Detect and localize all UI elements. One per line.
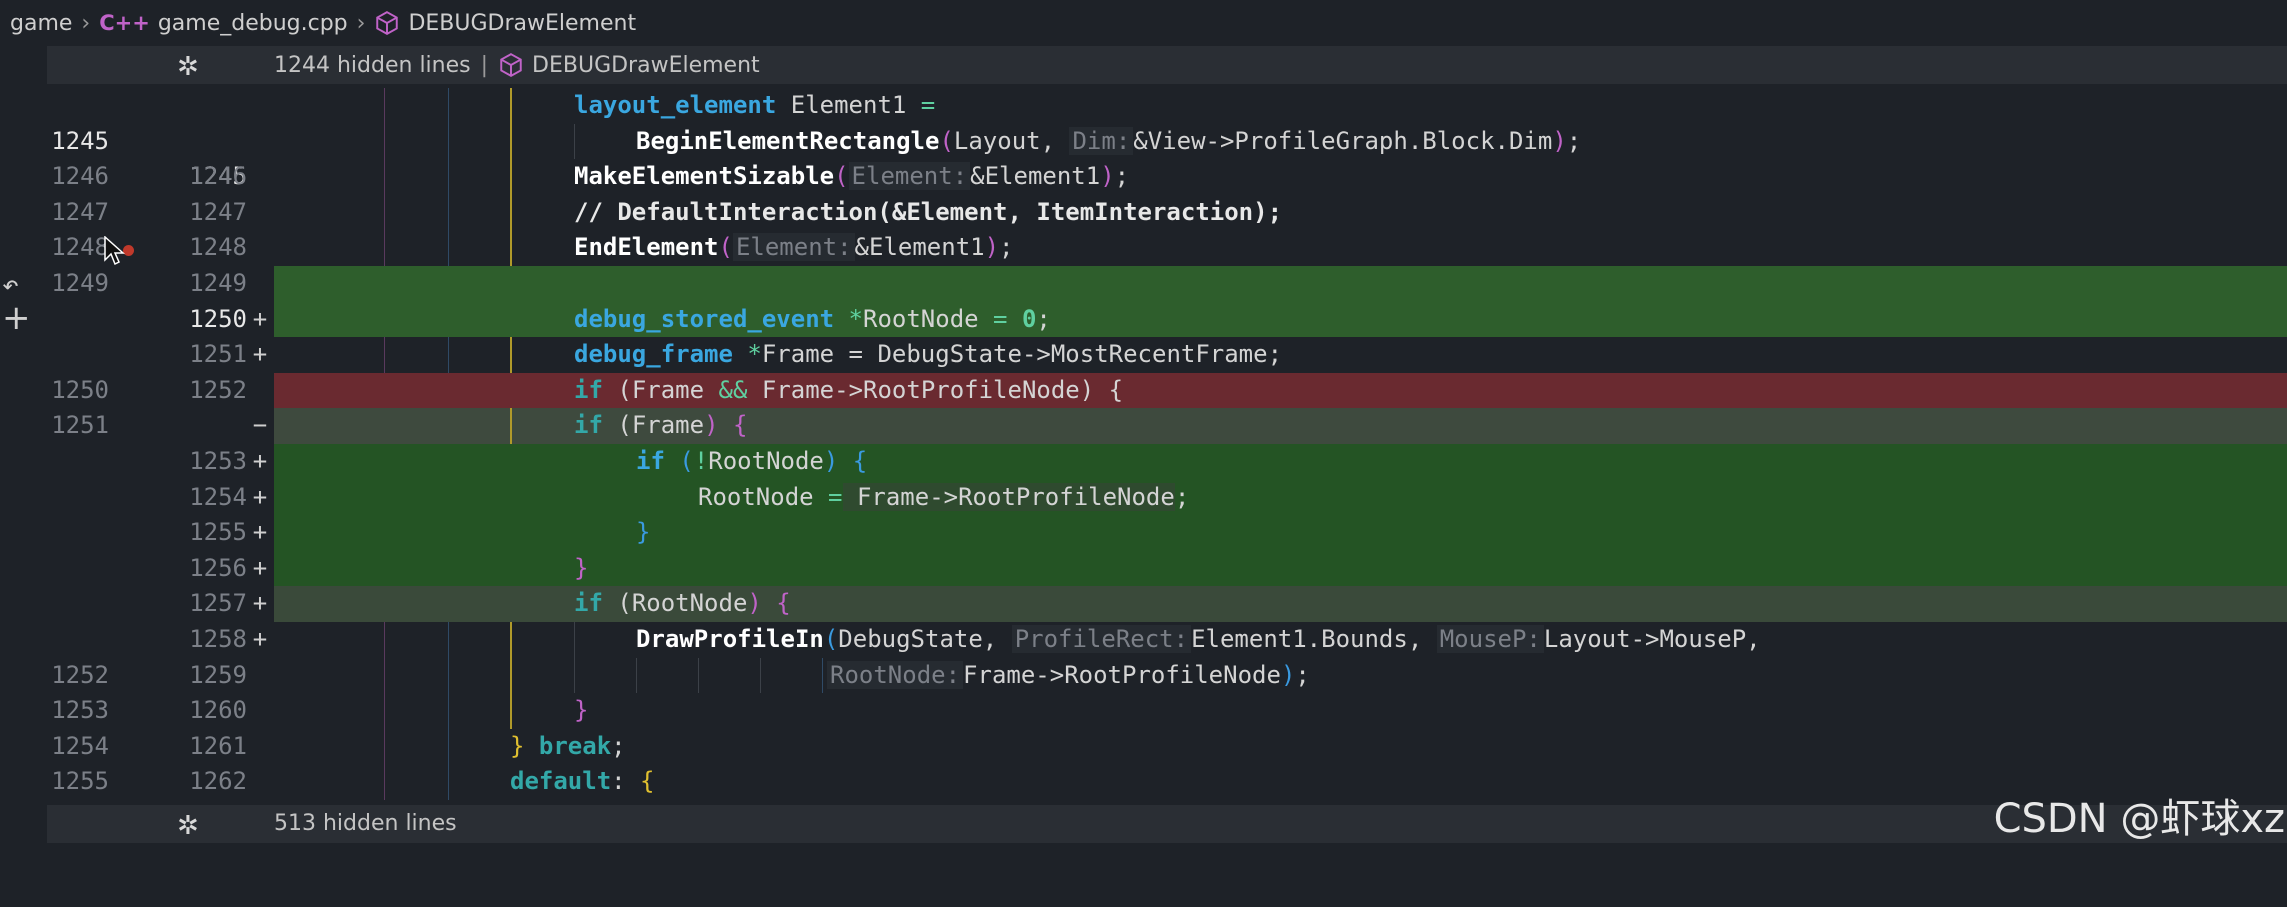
breadcrumb-symbol[interactable]: DEBUGDrawElement (408, 11, 636, 36)
cube-icon (376, 11, 399, 35)
code-line[interactable]: 1252 1259 DrawProfileIn(DebugState, Profi… (47, 621, 2287, 689)
code-line-added[interactable]: 1250 + (47, 265, 2287, 333)
watermark: CSDN @虾球xz (1993, 796, 2285, 842)
code-line[interactable]: 1246 1246 BeginElementRectangle(Layout, D… (47, 123, 2287, 190)
breadcrumb: game › C++ game_debug.cpp › DEBUGDrawEle… (0, 0, 2287, 46)
mouse-cursor-icon (104, 236, 125, 266)
code-line[interactable]: 1247 1247 MakeElementSizable(Element: &Ele… (47, 159, 2287, 226)
code-line-added[interactable]: 1255 + RootNode = Frame->RootProfileNode; (47, 479, 2287, 546)
code-line-added[interactable]: 1257 + } (47, 550, 2287, 617)
code-line[interactable]: 12561263 default: { (47, 764, 2287, 831)
code-line[interactable]: 1255 1262 } break; (47, 728, 2287, 795)
hidden-lines-bar-bottom[interactable]: ✲ 513 hidden lines (47, 805, 2287, 843)
hidden-lines-count: 1244 hidden lines (274, 52, 471, 78)
breadcrumb-root[interactable]: game (10, 11, 72, 36)
code-line-added[interactable]: 1256 + } (47, 515, 2287, 582)
chevron-right-icon: › (356, 10, 366, 36)
revert-icon[interactable]: ↶ (2, 268, 19, 301)
code-line-added[interactable]: 1258 + if (RootNode) { (47, 586, 2287, 653)
breadcrumb-file[interactable]: game_debug.cpp (158, 11, 348, 36)
code-line-removed[interactable]: 1251− if (Frame && Frame->RootProfileNod… (47, 372, 2287, 439)
hidden-lines-bar-top[interactable]: ✲ 1244 hidden lines | DEBUGDrawElement (47, 46, 2287, 84)
hidden-lines-symbol: DEBUGDrawElement (532, 52, 760, 78)
diff-editor[interactable]: 1245 1245 layout_element Element1 = 1246… (47, 88, 2287, 831)
hidden-lines-count: 513 hidden lines (274, 811, 457, 836)
chevron-right-icon: › (81, 10, 91, 36)
code-line[interactable]: 1253 1260 RootNode: Frame->RootProfileNode… (47, 657, 2287, 724)
code-line[interactable]: 1245 1245 layout_element Element1 = (47, 88, 2287, 190)
expand-icon[interactable]: ✲ (177, 811, 199, 841)
code-line-added[interactable]: 1254 + if (!RootNode) { (47, 443, 2287, 511)
code-line-added[interactable]: 1253 + if (Frame) { (47, 408, 2287, 475)
code-line[interactable]: 1250 1252 debug_frame *Frame = DebugState… (47, 337, 2287, 404)
code-line[interactable]: 1254 1261 } (47, 693, 2287, 760)
code-line[interactable]: 1248 1248 // DefaultInteraction(&Element,… (47, 194, 2287, 261)
add-comment-icon[interactable]: + (2, 298, 31, 338)
code-line-added[interactable]: 1251 + debug_stored_event *RootNode = 0; (47, 301, 2287, 368)
cube-icon (500, 53, 522, 77)
code-line[interactable]: 1249 1249 EndElement(Element: &Element1); (47, 230, 2287, 297)
diff-gutter: ↶ + (0, 46, 47, 869)
expand-icon[interactable]: ✲ (177, 52, 199, 82)
cpp-file-icon: C++ (99, 11, 150, 35)
